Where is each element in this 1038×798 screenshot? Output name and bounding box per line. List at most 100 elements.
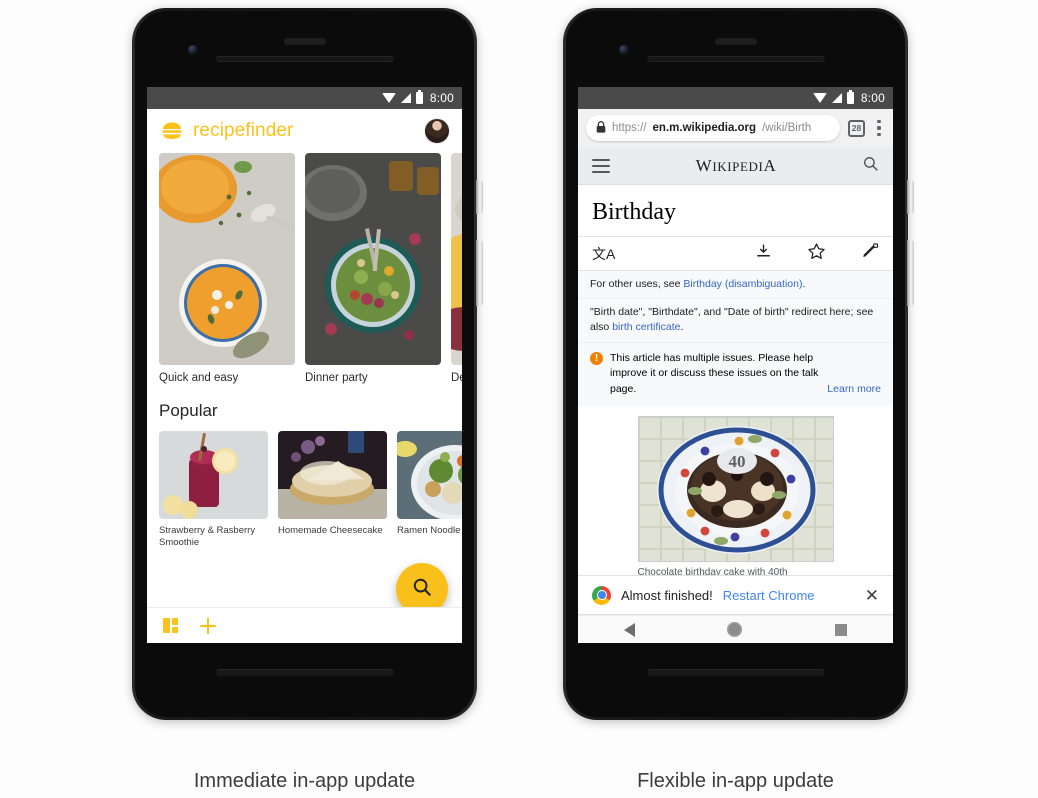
grid-icon[interactable] — [163, 618, 178, 633]
screenshot-stage: 8:00 recipefinder Quick and easy Dinner … — [0, 0, 1038, 798]
status-bar-left: 8:00 — [147, 87, 462, 109]
star-icon[interactable] — [807, 242, 826, 266]
battery-icon — [846, 90, 854, 104]
android-nav-bar — [578, 615, 893, 643]
hatnote-link[interactable]: Birthday (disambiguation) — [683, 278, 802, 290]
url-bar[interactable]: https:// en.m.wikipedia.org/wiki/Birth — [586, 115, 840, 141]
warning-icon: ! — [590, 351, 603, 365]
section-title-popular: Popular — [159, 401, 218, 421]
hatnote-suffix: . — [680, 321, 684, 334]
bottom-speaker-grill — [215, 669, 394, 676]
earpiece-speaker — [283, 38, 326, 45]
article-issues-banner: ! This article has multiple issues. Plea… — [578, 342, 893, 406]
status-bar-clock: 8:00 — [860, 91, 885, 105]
phone-device-right: 8:00 https:// en.m.wikipedia.org/wiki/Bir… — [563, 8, 914, 720]
featured-card-title: Quick and easy — [159, 372, 239, 384]
top-speaker-grill — [215, 56, 394, 62]
featured-card-image — [305, 153, 441, 365]
app-bar: recipefinder — [147, 109, 462, 153]
wordmark-lead: W — [695, 155, 713, 175]
restart-chrome-button[interactable]: Restart Chrome — [723, 588, 815, 603]
article-title: Birthday — [578, 185, 893, 237]
popular-card-image — [278, 431, 387, 520]
download-icon[interactable] — [755, 243, 772, 265]
home-icon[interactable] — [727, 622, 743, 637]
wifi-icon — [381, 93, 396, 103]
cake-photo[interactable]: 40 — [637, 415, 834, 562]
featured-card-image — [451, 153, 462, 365]
volume-button-left-phone[interactable] — [476, 240, 483, 306]
featured-card[interactable]: Quick and easy — [159, 153, 295, 385]
popular-card[interactable]: Ramen Noodle Bo — [397, 431, 462, 549]
phone-device-left: 8:00 recipefinder Quick and easy Dinner … — [132, 8, 483, 720]
avatar[interactable] — [424, 118, 450, 144]
featured-card-title: Dinner party — [305, 372, 368, 384]
signal-icon — [400, 93, 411, 103]
signal-icon — [831, 93, 842, 103]
back-icon[interactable] — [624, 622, 636, 637]
update-snackbar: Almost finished! Restart Chrome ✕ — [578, 575, 893, 615]
wifi-icon — [812, 93, 827, 103]
edit-locked-icon[interactable] — [861, 242, 879, 265]
popular-card-title: Strawberry & Rasberry Smoothie — [159, 525, 256, 549]
popular-card-image — [397, 431, 462, 520]
popular-card-image — [159, 431, 268, 520]
hatnote-suffix: . — [802, 278, 806, 290]
front-camera-icon — [188, 45, 198, 55]
wikipedia-wordmark: WIKIPEDIA — [610, 156, 862, 176]
url-path: /wiki/Birth — [762, 122, 812, 134]
caption-flexible: Flexible in-app update — [637, 770, 834, 792]
close-icon[interactable]: ✕ — [865, 587, 879, 604]
featured-card-image — [159, 153, 295, 365]
wordmark-rest: IKIPEDI — [712, 158, 764, 174]
wikipedia-header: WIKIPEDIA — [578, 147, 893, 185]
bottom-app-bar — [147, 607, 462, 643]
featured-card[interactable]: De — [451, 153, 462, 385]
chrome-icon — [592, 585, 611, 605]
power-button-right-phone[interactable] — [907, 180, 914, 214]
url-scheme: https:// — [612, 122, 647, 134]
popular-card[interactable]: Homemade Cheesecake — [278, 431, 387, 549]
learn-more-link[interactable]: Learn more — [827, 382, 881, 398]
status-bar-clock: 8:00 — [429, 91, 454, 105]
hatnote-link[interactable]: birth certificate — [612, 321, 680, 333]
hatnote-disambiguation: For other uses, see Birthday (disambigua… — [578, 271, 893, 300]
wordmark-tail: A — [763, 155, 777, 175]
plus-icon[interactable] — [200, 617, 216, 634]
tab-counter-button[interactable]: 28 — [848, 119, 865, 137]
snackbar-message: Almost finished! — [621, 587, 713, 603]
hamburger-icon[interactable] — [592, 158, 610, 173]
issue-text: This article has multiple issues. Please… — [610, 351, 819, 396]
featured-card-title: De — [451, 372, 462, 384]
app-title: recipefinder — [193, 120, 294, 141]
status-bar-right: 8:00 — [578, 87, 893, 109]
volume-button-right-phone[interactable] — [907, 240, 914, 306]
featured-carousel[interactable]: Quick and easy Dinner party D — [147, 153, 462, 385]
phone-screen-right: 8:00 https:// en.m.wikipedia.org/wiki/Bir… — [578, 87, 893, 643]
popular-card-title: Homemade Cheesecake — [278, 525, 383, 537]
front-camera-icon — [619, 45, 629, 55]
lock-icon — [596, 120, 606, 136]
browser-toolbar: https:// en.m.wikipedia.org/wiki/Birth 28 — [578, 109, 893, 147]
earpiece-speaker — [714, 38, 757, 45]
popular-card-title: Ramen Noodle Bo — [397, 525, 462, 537]
article-toolbar: 文A — [578, 237, 893, 271]
phone-screen-left: 8:00 recipefinder Quick and easy Dinner … — [147, 87, 462, 643]
hatnote-text: For other uses, see — [590, 278, 684, 290]
battery-icon — [415, 90, 423, 104]
top-speaker-grill — [646, 56, 825, 62]
caption-immediate: Immediate in-app update — [193, 770, 416, 792]
language-icon[interactable]: 文A — [592, 244, 615, 264]
article-thumbnail: 40 Chocolate birthday cake with 40th — [578, 406, 893, 578]
search-icon — [411, 576, 433, 603]
popular-carousel[interactable]: Strawberry & Rasberry Smoothie Homemade … — [147, 431, 462, 549]
power-button-left-phone[interactable] — [476, 180, 483, 214]
kebab-menu-icon[interactable] — [873, 120, 885, 136]
burger-icon — [159, 118, 185, 144]
popular-card[interactable]: Strawberry & Rasberry Smoothie — [159, 431, 268, 549]
search-icon[interactable] — [862, 155, 879, 177]
featured-card[interactable]: Dinner party — [305, 153, 441, 385]
recents-icon[interactable] — [834, 623, 847, 636]
bottom-speaker-grill — [646, 669, 825, 676]
svg-text:40: 40 — [728, 452, 745, 471]
